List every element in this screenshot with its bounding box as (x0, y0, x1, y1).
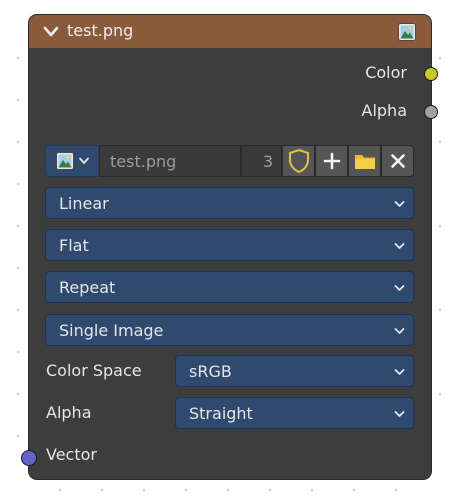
chevron-down-icon (79, 157, 89, 164)
color-space-value: sRGB (189, 361, 232, 381)
plus-icon (323, 152, 340, 170)
color-space-dropdown[interactable]: sRGB (175, 355, 414, 387)
output-alpha-label: Alpha (361, 101, 408, 120)
image-users-count[interactable]: 3 (241, 145, 282, 177)
image-icon (56, 152, 74, 170)
fake-user-button[interactable] (282, 145, 315, 177)
interpolation-value: Linear (59, 193, 109, 213)
alpha-mode-value: Straight (189, 403, 253, 423)
input-vector-label: Vector (46, 445, 97, 464)
node-title: test.png (67, 21, 134, 40)
chevron-down-icon (394, 369, 405, 375)
chevron-down-icon (394, 243, 405, 249)
projection-value: Flat (59, 235, 89, 255)
node-header[interactable]: test.png (29, 15, 431, 48)
open-image-button[interactable] (348, 145, 381, 177)
input-vector-socket[interactable] (22, 451, 36, 465)
image-source-dropdown[interactable]: Single Image (45, 314, 414, 346)
folder-icon (354, 155, 375, 169)
projection-dropdown[interactable]: Flat (45, 229, 414, 261)
close-icon (390, 154, 405, 168)
unlink-image-button[interactable] (381, 145, 414, 177)
output-color-socket[interactable] (425, 68, 437, 80)
extension-value: Repeat (59, 277, 116, 297)
output-alpha-socket[interactable] (425, 106, 437, 118)
chevron-down-icon (394, 285, 405, 291)
extension-dropdown[interactable]: Repeat (45, 271, 414, 303)
image-icon (398, 23, 416, 41)
color-space-label: Color Space (46, 361, 142, 380)
image-source-value: Single Image (59, 320, 164, 340)
interpolation-dropdown[interactable]: Linear (45, 187, 414, 219)
chevron-down-icon (394, 201, 405, 207)
collapse-chevron-icon[interactable] (43, 25, 59, 39)
chevron-down-icon (394, 328, 405, 334)
image-datablock-selector: test.png 3 (45, 145, 414, 177)
browse-image-button[interactable] (45, 145, 99, 177)
alpha-mode-dropdown[interactable]: Straight (175, 397, 414, 429)
image-name-field[interactable]: test.png (99, 145, 241, 177)
output-color-label: Color (365, 63, 407, 82)
chevron-down-icon (394, 411, 405, 417)
alpha-mode-label: Alpha (46, 403, 92, 422)
new-image-button[interactable] (315, 145, 348, 177)
image-texture-node[interactable]: test.png Color Alpha test.png 3 Linear F… (22, 15, 437, 479)
fake-user-shield-icon (288, 148, 309, 174)
